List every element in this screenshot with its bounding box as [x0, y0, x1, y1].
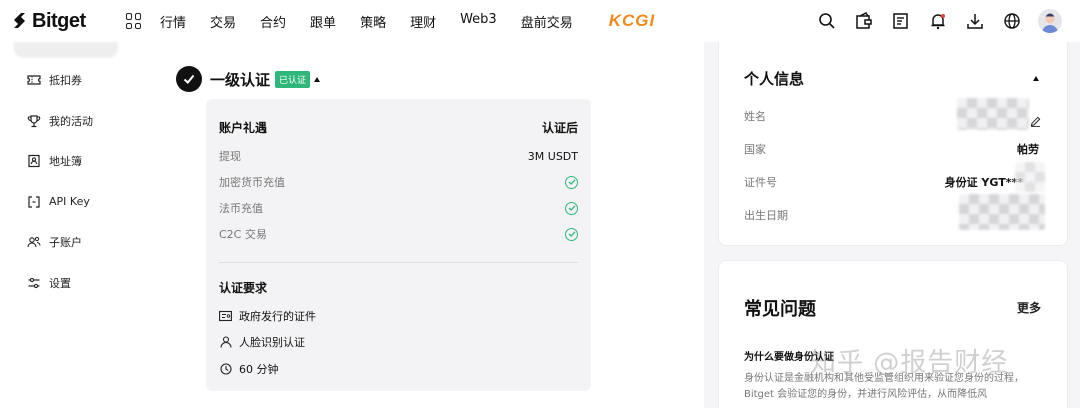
divider — [219, 262, 578, 263]
requirement-face-recognition: 人脸识别认证 — [219, 334, 305, 350]
orders-icon[interactable] — [890, 10, 912, 32]
requirement-label: 60 分钟 — [239, 363, 279, 376]
benefit-row-c2c: C2C 交易 — [219, 226, 578, 242]
download-icon[interactable] — [964, 10, 986, 32]
nav-icons — [801, 9, 1062, 33]
search-icon[interactable] — [816, 10, 838, 32]
nav-earn[interactable]: 理财 — [410, 12, 436, 31]
faq-card: 常见问题 更多 为什么要做身份认证 身份认证是金融机构和其他受监管组织用来验证您… — [718, 260, 1068, 408]
personal-info-title: 个人信息 — [744, 70, 805, 88]
clock-icon — [219, 363, 232, 376]
globe-icon[interactable] — [1001, 10, 1023, 32]
sidebar-item-label: API Key — [49, 195, 90, 208]
check-circle-icon — [565, 175, 578, 189]
sidebar-blurred-item — [14, 42, 118, 58]
requirements-header: 认证要求 — [219, 281, 268, 295]
personal-info-card: 个人信息 姓名 国家 帕劳 证件号 身份证 YGT*** 出生日期 — [718, 42, 1068, 246]
faq-more-link[interactable]: 更多 — [1017, 299, 1041, 316]
verification-panel: 一级认证 已认证 账户礼遇 认证后 提现 3M USDT 加密货币充值 法币充值… — [152, 42, 704, 408]
sidebar-item-address-book[interactable]: 地址簿 — [26, 153, 82, 169]
benefit-label: C2C 交易 — [219, 228, 267, 241]
top-nav: Bitget 行情 交易 合约 跟单 策略 理财 Web3 盘前交易 KCGI — [0, 0, 1080, 42]
verification-benefits-card: 账户礼遇 认证后 提现 3M USDT 加密货币充值 法币充值 C2C 交易 认… — [206, 99, 591, 391]
nav-pre-market[interactable]: 盘前交易 — [521, 12, 573, 31]
trophy-icon — [26, 114, 41, 129]
benefits-header: 账户礼遇 — [219, 121, 268, 135]
caret-up-icon[interactable] — [1033, 76, 1039, 81]
benefit-label: 提现 — [219, 150, 241, 163]
verification-header[interactable]: 一级认证 已认证 — [176, 66, 321, 92]
checkmark-icon — [176, 66, 202, 92]
sidebar: 抵扣券 我的活动 地址簿 API Key 子账户 设置 — [0, 42, 152, 408]
requirement-time: 60 分钟 — [219, 361, 279, 377]
sidebar-item-settings[interactable]: 设置 — [26, 275, 71, 291]
bell-icon[interactable] — [927, 10, 949, 32]
country-value: 帕劳 — [1017, 143, 1039, 156]
apps-grid-icon[interactable] — [126, 13, 142, 29]
nav-copy-trading[interactable]: 跟单 — [310, 12, 336, 31]
id-card-icon — [219, 310, 232, 323]
id-number-value: 身份证 YGT*** — [944, 176, 1023, 189]
benefits-header-row: 账户礼遇 认证后 — [219, 119, 578, 136]
sidebar-item-label: 抵扣券 — [49, 74, 82, 87]
benefit-row-crypto-deposit: 加密货币充值 — [219, 174, 578, 190]
sidebar-item-label: 子账户 — [49, 236, 82, 249]
requirement-label: 政府发行的证件 — [239, 310, 316, 323]
avatar[interactable] — [1038, 9, 1062, 33]
settings-icon — [26, 276, 41, 291]
sidebar-item-sub-accounts[interactable]: 子账户 — [26, 234, 82, 250]
sidebar-item-activities[interactable]: 我的活动 — [26, 113, 93, 129]
edit-icon[interactable] — [1030, 112, 1041, 131]
sub-account-icon — [26, 235, 41, 250]
country-label: 国家 — [744, 143, 766, 156]
caret-up-icon[interactable] — [314, 76, 321, 82]
benefit-row-fiat-deposit: 法币充值 — [219, 200, 578, 216]
requirements-header-row: 认证要求 — [219, 279, 578, 296]
faq-title: 常见问题 — [744, 299, 816, 320]
sidebar-item-api-key[interactable]: API Key — [26, 194, 90, 209]
after-verification-header: 认证后 — [541, 121, 578, 135]
check-circle-icon — [565, 227, 578, 241]
bitget-logo[interactable]: Bitget — [10, 10, 102, 33]
wallet-icon[interactable] — [853, 10, 875, 32]
person-icon — [219, 336, 232, 349]
status-badge: 已认证 — [275, 70, 311, 88]
benefit-label: 法币充值 — [219, 202, 263, 215]
bitget-logo-icon — [14, 13, 25, 28]
requirement-id-document: 政府发行的证件 — [219, 308, 316, 324]
id-number-redacted — [1015, 162, 1045, 192]
kcgi-logo[interactable]: KCGI — [609, 11, 656, 31]
id-number-label: 证件号 — [744, 176, 777, 189]
api-key-icon — [26, 194, 41, 209]
sidebar-item-label: 我的活动 — [49, 115, 93, 128]
sidebar-item-label: 设置 — [49, 277, 71, 290]
sidebar-item-coupons[interactable]: 抵扣券 — [26, 72, 82, 88]
requirement-label: 人脸识别认证 — [239, 336, 305, 349]
coupon-icon — [26, 73, 41, 88]
nav-futures[interactable]: 合约 — [260, 12, 286, 31]
nav-web3[interactable]: Web3 — [460, 12, 497, 31]
nav-strategy[interactable]: 策略 — [360, 12, 386, 31]
address-book-icon — [26, 154, 41, 169]
benefit-row-withdraw: 提现 3M USDT — [219, 148, 578, 164]
birth-date-label: 出生日期 — [744, 209, 788, 222]
sidebar-item-label: 地址簿 — [49, 155, 82, 168]
benefit-label: 加密货币充值 — [219, 176, 285, 189]
logo-text: Bitget — [32, 9, 86, 32]
verification-title: 一级认证 — [210, 70, 271, 89]
benefit-value: 3M USDT — [527, 149, 578, 163]
nav-market[interactable]: 行情 — [160, 12, 186, 31]
nav-trade[interactable]: 交易 — [210, 12, 236, 31]
main-nav: 行情 交易 合约 跟单 策略 理财 Web3 盘前交易 — [160, 12, 597, 31]
name-value-redacted — [957, 98, 1029, 130]
birth-date-redacted — [959, 194, 1045, 230]
watermark: 知乎 @报告财经 — [810, 348, 1009, 378]
name-label: 姓名 — [744, 110, 766, 123]
check-circle-icon — [565, 201, 578, 215]
